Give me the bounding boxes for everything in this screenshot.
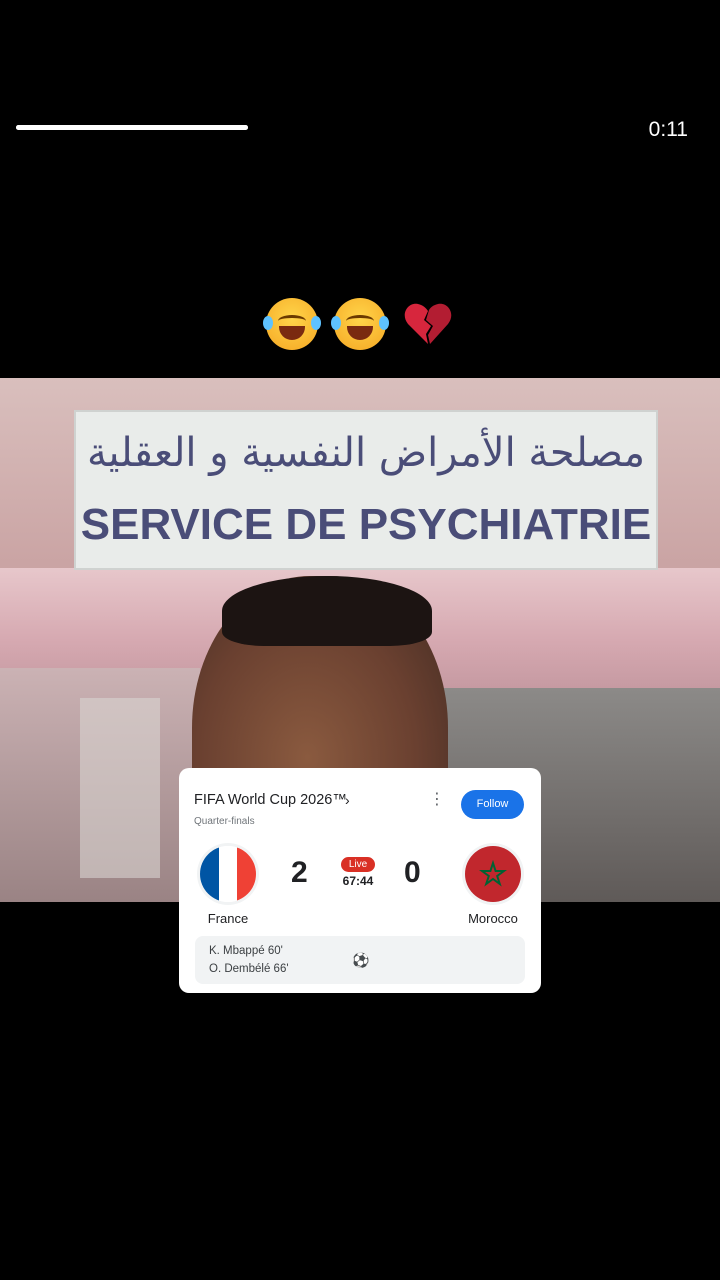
laughing-crying-face-icon bbox=[263, 298, 321, 350]
emoji-caption bbox=[0, 296, 720, 350]
away-team-name: Morocco bbox=[468, 911, 518, 926]
door-glass bbox=[80, 698, 160, 878]
follow-button[interactable]: Follow bbox=[461, 790, 524, 819]
away-score: 0 bbox=[404, 856, 421, 889]
video-timer: 0:11 bbox=[648, 118, 688, 141]
progress-fill bbox=[16, 125, 248, 130]
chevron-right-icon[interactable]: › bbox=[345, 792, 350, 808]
live-badge: Live bbox=[341, 857, 375, 872]
psychiatry-sign: مصلحة الأمراض النفسية و العقلية SERVICE … bbox=[74, 410, 658, 570]
sign-arabic-text: مصلحة الأمراض النفسية و العقلية bbox=[86, 430, 646, 476]
goal-events: K. Mbappé 60' O. Dembélé 66' ⚽ bbox=[195, 936, 525, 984]
broken-heart-icon bbox=[402, 298, 454, 350]
tournament-title[interactable]: FIFA World Cup 2026™ bbox=[194, 792, 347, 808]
round-label: Quarter-finals bbox=[194, 816, 255, 827]
morocco-flag-icon bbox=[465, 846, 521, 902]
sign-latin-text: SERVICE DE PSYCHIATRIE bbox=[80, 500, 652, 549]
goal-event: K. Mbappé 60' bbox=[209, 945, 283, 957]
laughing-crying-face-icon bbox=[331, 298, 389, 350]
story-progress-bar bbox=[16, 123, 248, 132]
person-hair bbox=[222, 576, 432, 646]
soccer-ball-icon: ⚽ bbox=[352, 952, 370, 968]
more-options-icon[interactable]: ⋮ bbox=[429, 792, 445, 812]
score-card[interactable]: FIFA World Cup 2026™ › Quarter-finals ⋮ … bbox=[179, 768, 541, 993]
match-clock: 67:44 bbox=[342, 874, 374, 888]
goal-event: O. Dembélé 66' bbox=[209, 963, 289, 975]
home-team-name: France bbox=[207, 911, 249, 926]
home-score: 2 bbox=[291, 856, 308, 889]
france-flag-icon bbox=[200, 846, 256, 902]
